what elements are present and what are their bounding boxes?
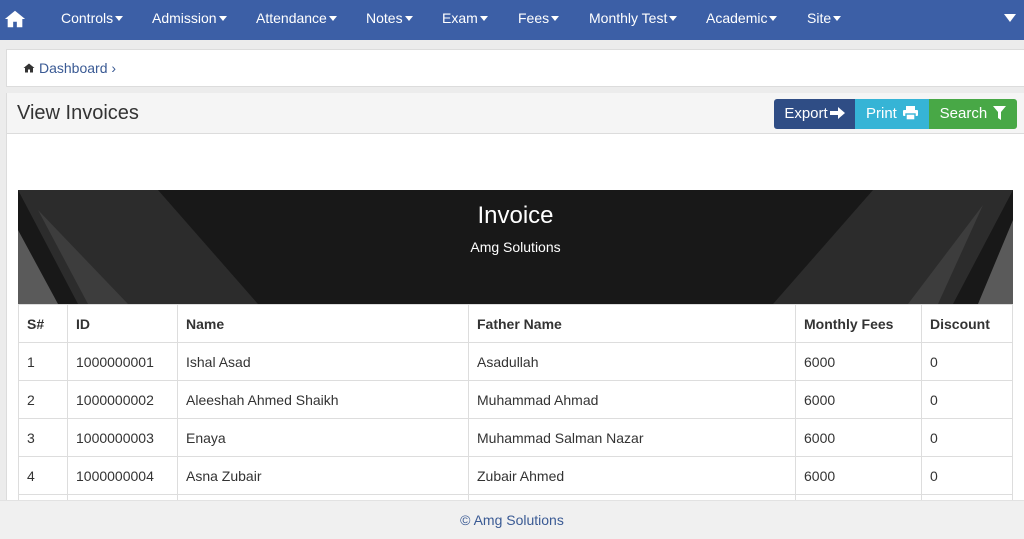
nav-label: Controls [61, 10, 114, 26]
nav-item-monthly-test[interactable]: Monthly Test [589, 0, 678, 40]
caret-down-icon [551, 16, 560, 21]
table-cell: 6000 [795, 418, 922, 457]
nav-item-site[interactable]: Site [807, 0, 842, 40]
nav-label: Attendance [256, 10, 327, 26]
table-cell: 1000000003 [67, 418, 178, 457]
footer: © Amg Solutions [0, 500, 1024, 539]
table-cell: Muhammad Ahmad [468, 380, 796, 419]
table-cell: 1000000001 [67, 342, 178, 381]
nav-item-attendance[interactable]: Attendance [256, 0, 337, 40]
table-cell: 2 [18, 380, 68, 419]
table-cell: 1000000004 [67, 456, 178, 495]
table-header-row: S# ID Name Father Name Monthly Fees Disc… [18, 304, 1013, 343]
caret-down-icon [833, 16, 842, 21]
table-cell: 0 [921, 418, 1013, 457]
nav-label: Site [807, 10, 832, 26]
invoice-banner: Invoice Amg Solutions [18, 190, 1013, 304]
caret-down-icon [404, 16, 413, 21]
top-navbar: Controls Admission Attendance Notes Exam… [0, 0, 1024, 40]
table-cell: Asna Zubair [177, 456, 469, 495]
caret-down-icon[interactable] [1004, 14, 1016, 22]
footer-text: © Amg Solutions [460, 512, 564, 528]
export-label: Export [784, 105, 828, 122]
nav-item-exam[interactable]: Exam [442, 0, 488, 40]
filter-icon [993, 106, 1007, 120]
table-cell: 0 [921, 456, 1013, 495]
table-cell: 1 [18, 342, 68, 381]
nav-label: Monthly Test [589, 10, 668, 26]
table-cell: 0 [921, 380, 1013, 419]
nav-item-fees[interactable]: Fees [518, 0, 560, 40]
export-button[interactable]: Export [774, 99, 855, 129]
caret-down-icon [669, 16, 678, 21]
nav-item-notes[interactable]: Notes [366, 0, 413, 40]
print-button[interactable]: Print [855, 99, 929, 129]
table-cell: 6000 [795, 456, 922, 495]
invoice-table: S# ID Name Father Name Monthly Fees Disc… [18, 304, 1013, 533]
nav-label: Notes [366, 10, 403, 26]
caret-down-icon [769, 16, 778, 21]
page-title: View Invoices [17, 102, 139, 124]
caret-down-icon [115, 16, 124, 21]
nav-item-admission[interactable]: Admission [152, 0, 227, 40]
table-cell: 3 [18, 418, 68, 457]
invoice-title: Invoice [477, 202, 554, 229]
table-cell: 0 [921, 342, 1013, 381]
table-cell: Zubair Ahmed [468, 456, 796, 495]
sign-out-icon [829, 107, 845, 119]
nav-item-controls[interactable]: Controls [61, 0, 124, 40]
column-header: ID [67, 304, 178, 343]
table-cell: 4 [18, 456, 68, 495]
print-label: Print [865, 105, 897, 122]
table-cell: Enaya [177, 418, 469, 457]
panel-header: View Invoices Export Print Search [7, 93, 1024, 134]
column-header: Discount [921, 304, 1013, 343]
table-row: 2 1000000002 Aleeshah Ahmed Shaikh Muham… [18, 380, 1013, 419]
table-cell: Aleeshah Ahmed Shaikh [177, 380, 469, 419]
invoice-subtitle: Amg Solutions [470, 239, 561, 255]
table-cell: 1000000002 [67, 380, 178, 419]
nav-label: Academic [706, 10, 768, 26]
print-icon [903, 106, 918, 121]
breadcrumb-dashboard-link[interactable]: Dashboard › [39, 60, 116, 76]
caret-down-icon [479, 16, 488, 21]
column-header: Father Name [468, 304, 796, 343]
search-label: Search [939, 105, 988, 122]
column-header: S# [18, 304, 68, 343]
nav-label: Admission [152, 10, 217, 26]
search-button[interactable]: Search [929, 99, 1017, 129]
column-header: Name [177, 304, 469, 343]
table-row: 1 1000000001 Ishal Asad Asadullah 6000 0 [18, 342, 1013, 381]
table-cell: 6000 [795, 380, 922, 419]
table-cell: Muhammad Salman Nazar [468, 418, 796, 457]
nav-label: Exam [442, 10, 478, 26]
table-row: 4 1000000004 Asna Zubair Zubair Ahmed 60… [18, 456, 1013, 495]
caret-down-icon [218, 16, 227, 21]
caret-down-icon [328, 16, 337, 21]
breadcrumb-separator: › [111, 60, 117, 76]
nav-item-academic[interactable]: Academic [706, 0, 778, 40]
table-cell: Ishal Asad [177, 342, 469, 381]
column-header: Monthly Fees [795, 304, 922, 343]
home-icon[interactable] [4, 7, 26, 31]
breadcrumb-label: Dashboard [39, 60, 108, 76]
table-row: 3 1000000003 Enaya Muhammad Salman Nazar… [18, 418, 1013, 457]
table-cell: Asadullah [468, 342, 796, 381]
nav-label: Fees [518, 10, 550, 26]
home-icon [23, 63, 35, 73]
table-cell: 6000 [795, 342, 922, 381]
breadcrumb: Dashboard › [6, 49, 1024, 87]
